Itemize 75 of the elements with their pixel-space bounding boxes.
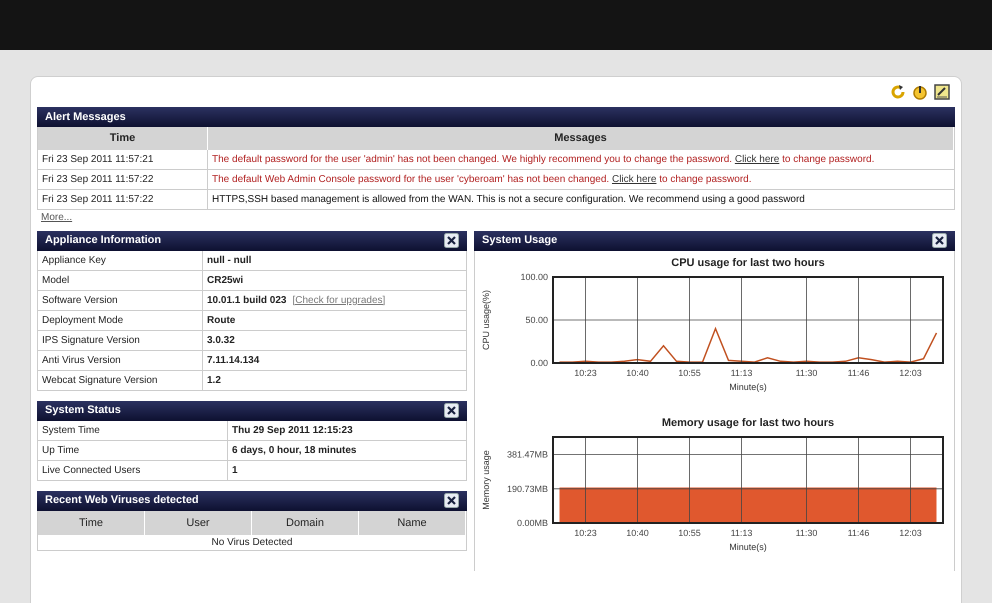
table-cell-text: Route (207, 314, 236, 328)
table-cell-text: 6 days, 0 hour, 18 minutes (232, 444, 356, 458)
click-here-link[interactable]: Click here (612, 174, 656, 184)
check-upgrades-link[interactable]: [Check for upgrades] (292, 292, 386, 308)
y-tick-label: 50.00 (525, 314, 548, 324)
x-tick-label: 10:55 (678, 368, 701, 378)
y-tick-label: 0.00 (530, 358, 548, 368)
table-cell: Up Time (38, 440, 228, 460)
x-axis-label: Minute(s) (729, 542, 767, 552)
table-cell-text: 3.0.32 (207, 334, 235, 348)
message-text: HTTPS,SSH based management is allowed from the WAN. This is not a secure configuration. We recommend using a good password (208, 190, 954, 210)
table-cell: Fri 23 Sep 2011 11:57:22 (38, 190, 208, 210)
x-tick-label: 11:13 (730, 528, 752, 538)
y-tick-label: 100.00 (520, 272, 548, 282)
table-cell-text: 1.2 (207, 374, 221, 388)
x-tick-label: 10:40 (626, 368, 649, 378)
refresh-icon[interactable] (889, 83, 907, 101)
y-tick-label: 0.00MB (516, 518, 548, 528)
empty-message: No Virus Detected (37, 535, 467, 551)
close-icon[interactable] (444, 403, 459, 418)
x-tick-label: 11:30 (796, 528, 818, 538)
click-here-link[interactable]: Click here (734, 154, 780, 164)
y-axis-label: Memory usage (481, 450, 491, 510)
x-tick-label: 10:40 (626, 528, 649, 538)
panel-title: Recent Web Viruses detected (45, 493, 199, 508)
table-cell-text: 7.11.14.134 (207, 354, 260, 368)
x-tick-label: 11:46 (848, 368, 870, 378)
chart-title: Memory usage for last two hours (662, 416, 834, 428)
table-cell: IPS Signature Version (38, 330, 203, 350)
document-icon[interactable] (933, 83, 951, 101)
x-tick-label: 10:55 (678, 528, 701, 538)
panel-title: System Usage (482, 233, 558, 248)
message-text: The default password for the user 'admin' has not been changed. We highly recommend you to change the password. Click here to change password. (208, 150, 954, 170)
x-tick-label: 10:23 (574, 528, 597, 538)
column-header: Domain (252, 510, 359, 535)
power-icon[interactable] (911, 83, 929, 101)
table-cell: Fri 23 Sep 2011 11:57:21 (38, 150, 208, 170)
chart-title: CPU usage for last two hours (671, 256, 825, 268)
more-link[interactable]: More... (37, 210, 955, 224)
table-cell: Appliance Key (38, 250, 203, 270)
x-axis-label: Minute(s) (729, 382, 767, 392)
column-header: User (145, 510, 252, 535)
panel-title: Appliance Information (45, 233, 162, 248)
table-cell: Live Connected Users (38, 460, 228, 480)
table-cell: System Time (38, 420, 228, 440)
table-cell-text: null - null (207, 254, 252, 268)
panel-title: Alert Messages (45, 110, 126, 125)
table-cell-text: CR25wi (207, 274, 244, 288)
x-tick-label: 10:23 (574, 368, 597, 378)
close-icon[interactable] (444, 493, 459, 508)
panel-title: System Status (45, 403, 121, 418)
close-icon[interactable] (932, 233, 947, 248)
x-tick-label: 11:46 (848, 528, 870, 538)
table-cell: Anti Virus Version (38, 350, 203, 370)
table-cell: Webcat Signature Version (38, 370, 203, 390)
close-icon[interactable] (444, 233, 459, 248)
table-cell-text: 10.01.1 build 023 (207, 294, 286, 308)
table-cell-text: Thu 29 Sep 2011 12:15:23 (232, 424, 353, 438)
table-cell: Software Version (38, 290, 203, 310)
x-tick-label: 12:03 (899, 368, 922, 378)
table-cell-text: 1 (232, 464, 238, 478)
table-cell: Deployment Mode (38, 310, 203, 330)
x-tick-label: 11:30 (796, 368, 818, 378)
table-cell: Fri 23 Sep 2011 11:57:22 (38, 170, 208, 190)
column-header: Messages (208, 127, 954, 150)
y-tick-label: 190.73MB (506, 483, 548, 494)
x-tick-label: 11:13 (730, 368, 752, 378)
message-text: The default Web Admin Console password for the user 'cyberoam' has not been changed. Click here to change password. (208, 170, 954, 190)
column-header: Time (38, 127, 208, 150)
x-tick-label: 12:03 (899, 528, 922, 538)
column-header: Name (359, 510, 466, 535)
y-tick-label: 381.47MB (506, 449, 548, 460)
table-cell: Model (38, 270, 203, 290)
column-header: Time (38, 510, 145, 535)
y-axis-label: CPU usage(%) (481, 289, 491, 350)
